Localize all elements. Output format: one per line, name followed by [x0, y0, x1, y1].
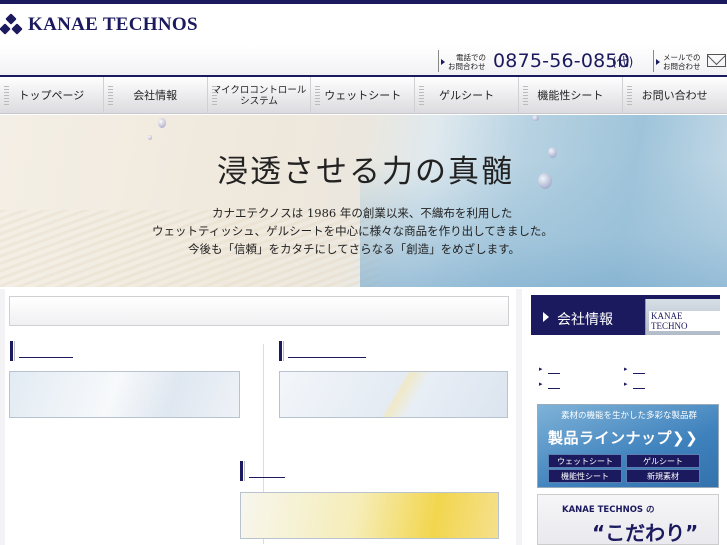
lineup-new-material-button[interactable]: 新規素材	[626, 469, 700, 483]
section-heading	[10, 341, 90, 361]
divider	[438, 50, 439, 72]
main-content: 会社情報 KANAE TECHNO 素材の機能を生かした多彩な製品群 製品ライン…	[0, 287, 727, 545]
product-thumbnail[interactable]	[240, 492, 499, 539]
heading-underline[interactable]	[249, 477, 285, 478]
nav-label: ゲルシート	[439, 89, 495, 102]
product-thumbnail[interactable]	[279, 371, 508, 418]
nav-label: 機能性シート	[537, 89, 604, 102]
nav-label: 会社情報	[133, 89, 178, 102]
company-link[interactable]	[539, 379, 599, 389]
site-logo[interactable]: KANAE TECHNOS	[0, 13, 198, 36]
contact-bar: 電話での お問合わせ 0875-56-0850 (代) メールでの お問合わせ	[0, 46, 727, 76]
info-banner	[9, 296, 509, 326]
kanae-logo-mark-icon	[0, 13, 23, 36]
heading-bar	[279, 341, 282, 361]
heading-underline[interactable]	[288, 357, 366, 358]
heading-bar	[283, 341, 284, 361]
company-link[interactable]	[539, 364, 599, 374]
nav-functional-sheet[interactable]: 機能性シート	[519, 77, 623, 114]
company-info-label: 会社情報	[557, 312, 613, 328]
heading-bar	[14, 341, 15, 361]
lineup-gel-sheet-button[interactable]: ゲルシート	[626, 454, 700, 468]
triangle-arrow-icon	[441, 59, 445, 65]
nav-label: マイクロコントロール	[211, 84, 307, 96]
logo-text: KANAE TECHNOS	[28, 14, 198, 35]
top-brand-bar	[0, 0, 727, 4]
nav-micro-control-system[interactable]: マイクロコントロール システム	[208, 77, 312, 114]
hero-banner: 浸透させる力の真髄 カナエテクノスは 1986 年の創業以来、不織布を利用した …	[0, 115, 727, 287]
company-link[interactable]	[624, 379, 684, 389]
triangle-arrow-icon	[656, 59, 660, 65]
kodawari-logo: KANAE TECHNOS の	[562, 505, 655, 515]
water-drop	[158, 118, 166, 128]
heading-bar	[240, 461, 243, 481]
nav-label: お問い合わせ	[641, 89, 708, 102]
grip-icon	[626, 86, 632, 106]
hero-line: カナエテクノスは 1986 年の創業以来、不織布を利用した	[212, 206, 513, 220]
section-heading	[279, 341, 379, 361]
mail-caption[interactable]: メールでの お問合わせ	[663, 53, 701, 71]
phone-suffix: (代)	[612, 55, 634, 69]
hero-line: 今後も「信頼」をカタチにしてさらなる「創造」をめざします。	[188, 242, 521, 256]
grip-icon	[315, 86, 321, 106]
arrow-right-icon	[543, 312, 549, 322]
heading-bar	[10, 341, 13, 361]
mail-icon[interactable]	[707, 54, 726, 67]
phone-number[interactable]: 0875-56-0850	[493, 50, 630, 72]
nav-contact[interactable]: お問い合わせ	[623, 77, 727, 114]
nav-label: トップページ	[18, 89, 85, 102]
grip-icon	[522, 86, 528, 106]
sidebar: 会社情報 KANAE TECHNO 素材の機能を生かした多彩な製品群 製品ライン…	[528, 287, 727, 545]
water-drop	[148, 135, 152, 140]
global-nav: トップページ 会社情報 マイクロコントロール システム ウェットシート ゲルシー…	[0, 75, 727, 114]
nav-top-page[interactable]: トップページ	[0, 77, 104, 114]
water-drop	[548, 147, 557, 158]
lineup-title: 製品ラインナップ❯❯	[548, 429, 699, 447]
nav-company-info[interactable]: 会社情報	[104, 77, 208, 114]
heading-bar	[244, 461, 245, 481]
kodawari-banner[interactable]: KANAE TECHNOS の “こだわり”	[537, 494, 719, 545]
phone-caption: 電話での お問合わせ	[448, 53, 486, 71]
divider	[653, 50, 654, 72]
grip-icon	[211, 86, 217, 106]
water-drop	[532, 115, 539, 121]
nav-label: ウェットシート	[324, 89, 402, 102]
section-heading	[240, 461, 320, 481]
building-sign: KANAE TECHNO	[649, 311, 720, 331]
grip-icon	[4, 86, 9, 106]
left-inner	[5, 289, 516, 545]
product-lineup-banner[interactable]: 素材の機能を生かした多彩な製品群 製品ラインナップ❯❯ ウェットシート ゲルシー…	[537, 404, 719, 488]
nav-gel-sheet[interactable]: ゲルシート	[415, 77, 519, 114]
heading-underline[interactable]	[19, 357, 73, 358]
product-thumbnail[interactable]	[9, 371, 240, 418]
nav-label: システム	[240, 95, 278, 107]
lineup-subtitle: 素材の機能を生かした多彩な製品群	[560, 411, 697, 421]
company-link[interactable]	[624, 364, 684, 374]
grip-icon	[419, 86, 425, 106]
grip-icon	[107, 86, 113, 106]
hero-title: 浸透させる力の真髄	[217, 154, 514, 190]
hero-line: ウェットティッシュ、ゲルシートを中心に様々な商品を作り出してきました。	[152, 224, 553, 238]
water-drop	[538, 173, 552, 189]
left-panel	[0, 289, 522, 545]
lineup-functional-sheet-button[interactable]: 機能性シート	[548, 469, 622, 483]
kodawari-title: “こだわり”	[592, 521, 699, 545]
company-info-header[interactable]: 会社情報 KANAE TECHNO	[531, 295, 720, 335]
lineup-wet-sheet-button[interactable]: ウェットシート	[548, 454, 622, 468]
nav-wet-sheet[interactable]: ウェットシート	[311, 77, 416, 114]
